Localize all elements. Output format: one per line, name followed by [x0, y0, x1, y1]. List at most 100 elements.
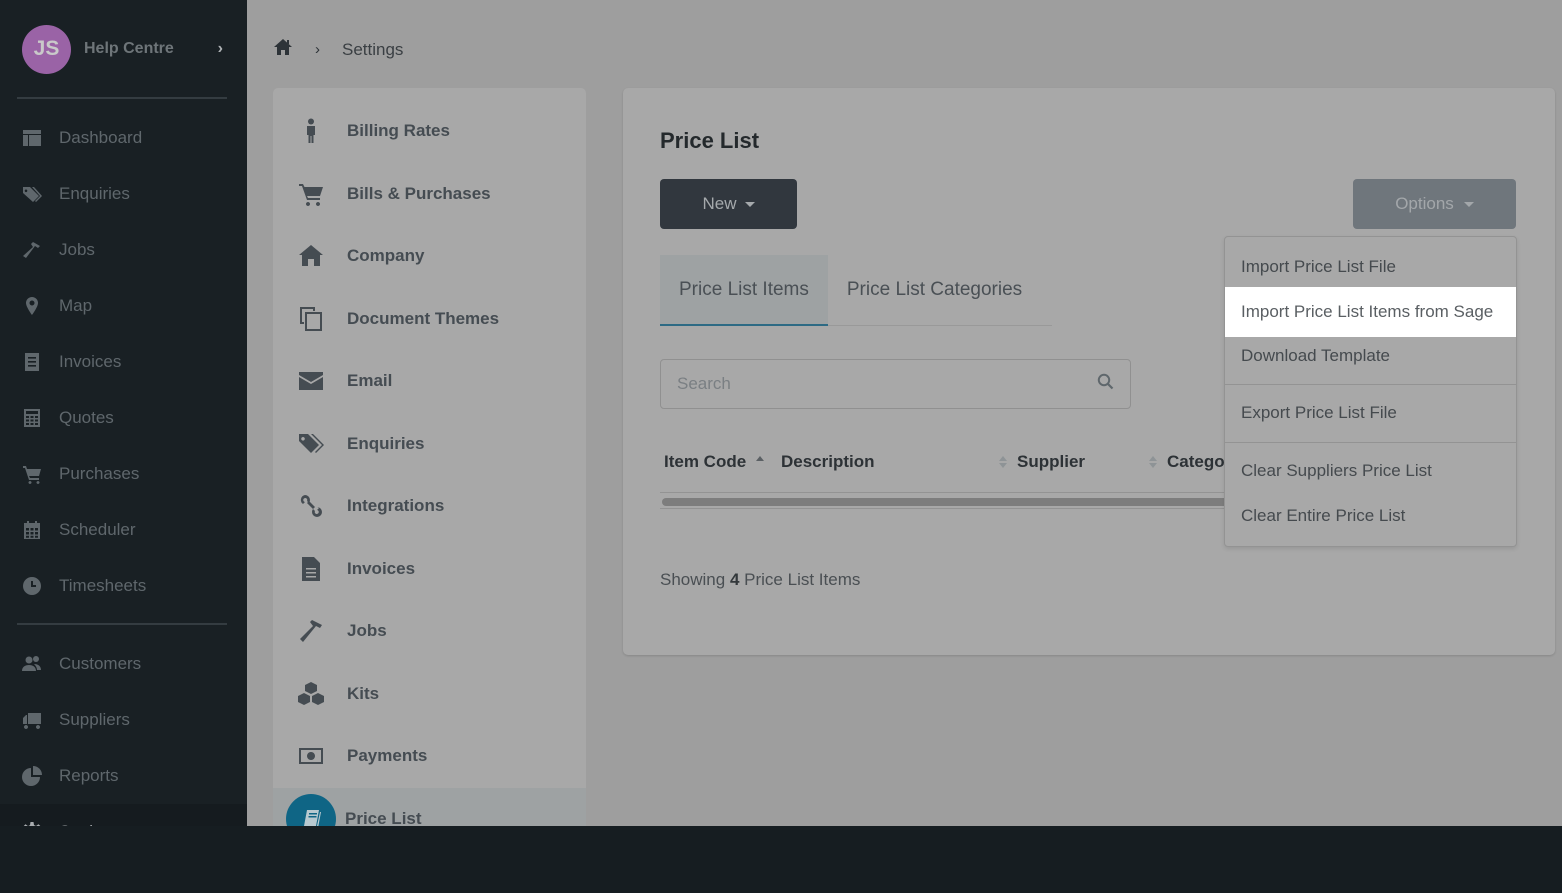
sidebar-item-timesheets[interactable]: Timesheets — [0, 558, 247, 614]
sidebar-item-label: Scheduler — [59, 520, 136, 539]
menu-item-clear-suppliers-price-list[interactable]: Clear Suppliers Price List — [1225, 446, 1516, 496]
settings-item-kits[interactable]: Kits — [273, 663, 586, 725]
column-header-supplier[interactable]: Supplier — [1017, 452, 1167, 472]
column-label: Catego — [1167, 452, 1225, 471]
column-header-category[interactable]: Catego — [1167, 452, 1225, 472]
settings-item-bills-purchases[interactable]: Bills & Purchases — [273, 163, 586, 225]
cart-icon — [22, 464, 42, 484]
sidebar-item-enquiries[interactable]: Enquiries — [0, 166, 247, 222]
sidebar-item-map[interactable]: Map — [0, 278, 247, 334]
column-label: Supplier — [1017, 452, 1086, 471]
settings-item-email[interactable]: Email — [273, 350, 586, 412]
sort-icon[interactable] — [999, 456, 1007, 468]
settings-item-label: Jobs — [347, 621, 387, 640]
menu-divider — [1225, 384, 1516, 385]
sidebar-item-label: Purchases — [59, 464, 140, 483]
avatar: JS — [22, 24, 71, 74]
sidebar-item-jobs[interactable]: Jobs — [0, 222, 247, 278]
page-title: Price List — [660, 128, 760, 153]
horizontal-scrollbar[interactable] — [662, 498, 1230, 506]
settings-item-label: Enquiries — [347, 434, 425, 453]
settings-item-label: Integrations — [347, 496, 445, 515]
search-input[interactable] — [677, 374, 1097, 394]
sidebar-item-label: Map — [59, 296, 93, 315]
help-centre-label: Help Centre — [84, 40, 174, 57]
money-icon — [297, 742, 325, 770]
envelope-icon — [297, 367, 325, 395]
table-divider — [660, 492, 1230, 493]
sidebar-divider — [17, 97, 227, 99]
calendar-icon — [22, 520, 42, 540]
showing-prefix: Showing — [660, 570, 726, 589]
users-icon — [22, 654, 42, 674]
table-header: Item Code Description Supplier Catego — [660, 440, 1230, 484]
table-divider — [660, 508, 1230, 509]
menu-item-download-template[interactable]: Download Template — [1225, 331, 1516, 381]
settings-item-company[interactable]: Company — [273, 225, 586, 287]
main-content: › Settings Billing Rates Bills & Purchas… — [247, 0, 1562, 848]
person-icon — [297, 117, 325, 145]
chevron-right-icon: › — [315, 41, 320, 58]
new-button[interactable]: New — [660, 179, 797, 229]
menu-item-clear-entire-price-list[interactable]: Clear Entire Price List — [1225, 491, 1516, 541]
tags-icon — [22, 184, 42, 204]
sidebar-item-suppliers[interactable]: Suppliers — [0, 692, 247, 748]
sidebar-item-invoices[interactable]: Invoices — [0, 334, 247, 390]
cubes-icon — [297, 680, 325, 708]
search-icon[interactable] — [1097, 373, 1114, 395]
truck-icon — [22, 710, 42, 730]
sidebar-item-label: Dashboard — [59, 128, 143, 147]
menu-divider — [1225, 442, 1516, 443]
column-header-item-code[interactable]: Item Code — [660, 452, 800, 472]
tab-price-list-items[interactable]: Price List Items — [660, 255, 828, 326]
options-button-label: Options — [1395, 194, 1454, 213]
calculator-icon — [22, 408, 42, 428]
settings-item-enquiries[interactable]: Enquiries — [273, 413, 586, 475]
hammer-icon — [22, 240, 42, 260]
sidebar-item-label: Invoices — [59, 352, 122, 371]
column-header-description[interactable]: Description — [781, 452, 1017, 472]
help-centre-header[interactable]: JS Help Centre › — [22, 24, 227, 74]
settings-item-document-themes[interactable]: Document Themes — [273, 288, 586, 350]
search-box — [660, 359, 1131, 409]
sidebar-item-scheduler[interactable]: Scheduler — [0, 502, 247, 558]
settings-item-label: Bills & Purchases — [347, 184, 491, 203]
column-label: Item Code — [664, 452, 747, 471]
breadcrumb: › Settings — [273, 38, 403, 61]
cart-icon — [297, 180, 325, 208]
sidebar-item-label: Enquiries — [59, 184, 130, 203]
settings-item-label: Kits — [347, 684, 380, 703]
sort-icon[interactable] — [1149, 456, 1157, 468]
options-button[interactable]: Options — [1353, 179, 1516, 229]
chevron-right-icon[interactable]: › — [218, 40, 223, 58]
map-marker-icon — [22, 296, 42, 316]
showing-count-text: Showing 4 Price List Items — [660, 570, 860, 590]
sidebar-item-label: Timesheets — [59, 576, 147, 595]
sort-ascending-icon[interactable] — [756, 456, 765, 468]
menu-item-import-from-sage[interactable]: Import Price List Items from Sage — [1225, 287, 1516, 337]
settings-item-integrations[interactable]: Integrations — [273, 475, 586, 537]
caret-down-icon — [1463, 201, 1474, 207]
sidebar-item-customers[interactable]: Customers — [0, 636, 247, 692]
home-icon[interactable] — [273, 38, 293, 61]
settings-item-invoices[interactable]: Invoices — [273, 538, 586, 600]
sidebar-item-dashboard[interactable]: Dashboard — [0, 110, 247, 166]
menu-item-import-price-list-file[interactable]: Import Price List File — [1225, 242, 1516, 292]
sidebar-item-quotes[interactable]: Quotes — [0, 390, 247, 446]
menu-item-export-price-list-file[interactable]: Export Price List File — [1225, 388, 1516, 438]
settings-item-payments[interactable]: Payments — [273, 725, 586, 787]
sidebar-divider — [17, 623, 227, 625]
column-label: Description — [781, 452, 875, 471]
sidebar: JS Help Centre › Dashboard Enquiries Job… — [0, 0, 247, 893]
settings-item-billing-rates[interactable]: Billing Rates — [273, 100, 586, 162]
sidebar-item-label: Reports — [59, 766, 119, 785]
sidebar-item-label: Jobs — [59, 240, 95, 259]
sidebar-item-purchases[interactable]: Purchases — [0, 446, 247, 502]
settings-item-label: Invoices — [347, 559, 416, 578]
sidebar-item-label: Quotes — [59, 408, 114, 427]
sidebar-item-reports[interactable]: Reports — [0, 748, 247, 804]
settings-item-jobs[interactable]: Jobs — [273, 600, 586, 662]
new-button-label: New — [702, 194, 737, 213]
tab-price-list-categories[interactable]: Price List Categories — [828, 255, 1041, 325]
copy-icon — [297, 305, 325, 333]
